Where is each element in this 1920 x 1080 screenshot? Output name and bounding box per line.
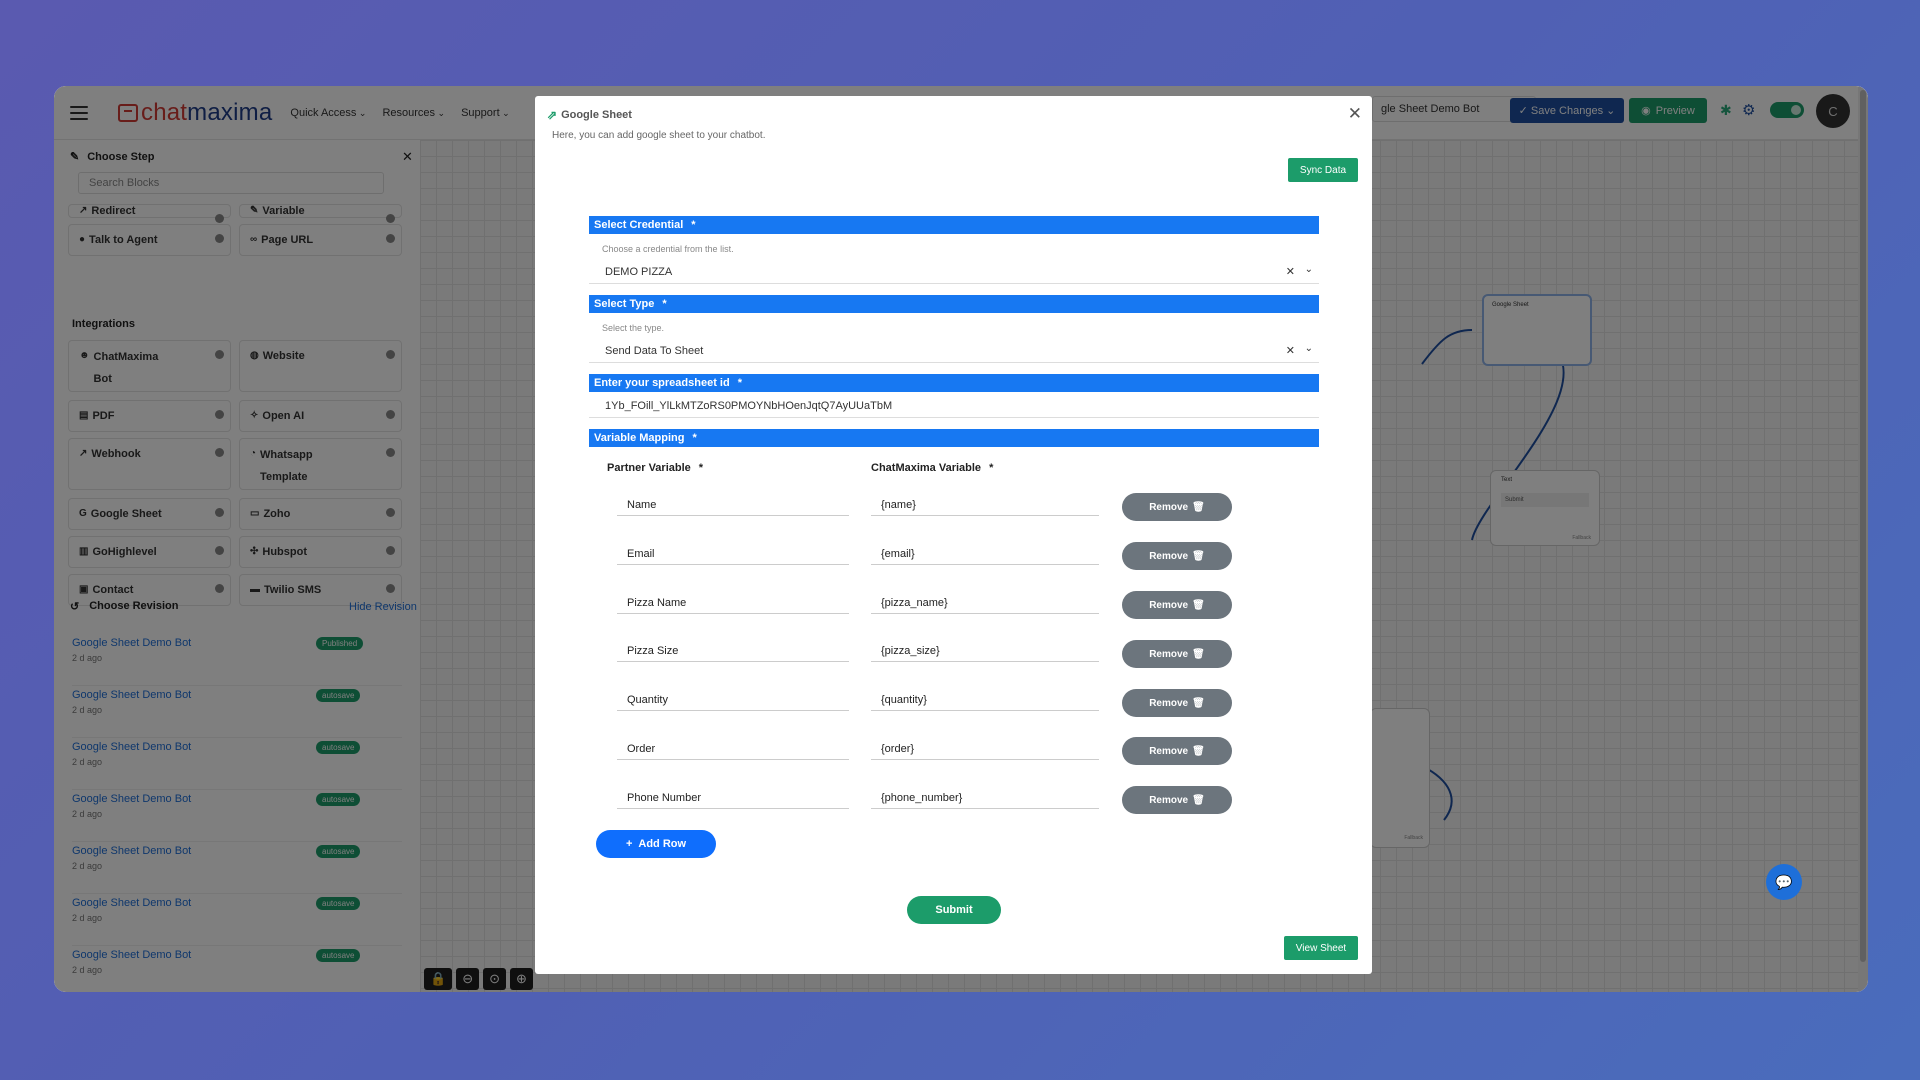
close-icon[interactable]: ✕ bbox=[1348, 104, 1362, 124]
plus-icon: + bbox=[625, 838, 633, 850]
spreadsheet-id-input[interactable]: 1Yb_FOill_YlLkMTZoRS0PMOYNbHOenJqtQ7AyUU… bbox=[589, 396, 1319, 418]
trash-icon: 🗑 bbox=[1192, 648, 1205, 660]
remove-button[interactable]: Remove 🗑 bbox=[1122, 689, 1232, 717]
sync-data-button[interactable]: Sync Data bbox=[1288, 158, 1358, 182]
modal-subtitle: Here, you can add google sheet to your c… bbox=[552, 130, 766, 141]
trash-icon: 🗑 bbox=[1192, 599, 1205, 611]
partner-variable-input[interactable]: Email bbox=[617, 541, 849, 565]
submit-button[interactable]: Submit bbox=[907, 896, 1001, 924]
remove-button[interactable]: Remove 🗑 bbox=[1122, 591, 1232, 619]
credential-hint: Choose a credential from the list. bbox=[602, 244, 734, 254]
remove-button[interactable]: Remove 🗑 bbox=[1122, 786, 1232, 814]
chevron-down-icon[interactable]: ⌄ bbox=[1305, 264, 1313, 275]
chevron-down-icon[interactable]: ⌄ bbox=[1305, 343, 1313, 354]
partner-variable-input[interactable]: Phone Number bbox=[617, 785, 849, 809]
chatmaxima-variable-input[interactable]: {phone_number} bbox=[871, 785, 1099, 809]
view-sheet-button[interactable]: View Sheet bbox=[1284, 936, 1358, 960]
external-link-icon: ⇗ bbox=[547, 108, 558, 122]
trash-icon: 🗑 bbox=[1192, 794, 1205, 806]
partner-variable-input[interactable]: Name bbox=[617, 492, 849, 516]
chatmaxima-variable-input[interactable]: {quantity} bbox=[871, 687, 1099, 711]
trash-icon: 🗑 bbox=[1192, 501, 1205, 513]
partner-variable-input[interactable]: Quantity bbox=[617, 687, 849, 711]
type-hint: Select the type. bbox=[602, 323, 665, 333]
variable-mapping-label: Variable Mapping * bbox=[589, 429, 1319, 447]
clear-icon[interactable]: ✕ bbox=[1286, 344, 1295, 357]
spreadsheet-id-label: Enter your spreadsheet id * bbox=[589, 374, 1319, 392]
credential-select[interactable]: DEMO PIZZA ✕ ⌄ bbox=[589, 262, 1319, 284]
modal-title: ⇗ Google Sheet bbox=[547, 108, 632, 122]
trash-icon: 🗑 bbox=[1192, 550, 1205, 562]
chatmaxima-variable-input[interactable]: {name} bbox=[871, 492, 1099, 516]
chatmaxima-variable-input[interactable]: {pizza_name} bbox=[871, 590, 1099, 614]
partner-variable-input[interactable]: Pizza Size bbox=[617, 638, 849, 662]
chat-support-icon[interactable]: 💬 bbox=[1766, 864, 1802, 900]
google-sheet-modal: ⇗ Google Sheet ✕ Here, you can add google… bbox=[535, 96, 1372, 974]
remove-button[interactable]: Remove 🗑 bbox=[1122, 737, 1232, 765]
trash-icon: 🗑 bbox=[1192, 697, 1205, 709]
select-type-label: Select Type * bbox=[589, 295, 1319, 313]
partner-variable-header: Partner Variable * bbox=[607, 462, 704, 474]
remove-button[interactable]: Remove 🗑 bbox=[1122, 493, 1232, 521]
remove-button[interactable]: Remove 🗑 bbox=[1122, 640, 1232, 668]
trash-icon: 🗑 bbox=[1192, 745, 1205, 757]
chatmaxima-variable-input[interactable]: {email} bbox=[871, 541, 1099, 565]
partner-variable-input[interactable]: Pizza Name bbox=[617, 590, 849, 614]
chatmaxima-variable-header: ChatMaxima Variable * bbox=[871, 462, 994, 474]
clear-icon[interactable]: ✕ bbox=[1286, 265, 1295, 278]
chatmaxima-variable-input[interactable]: {pizza_size} bbox=[871, 638, 1099, 662]
select-credential-label: Select Credential * bbox=[589, 216, 1319, 234]
type-select[interactable]: Send Data To Sheet ✕ ⌄ bbox=[589, 341, 1319, 363]
chatmaxima-variable-input[interactable]: {order} bbox=[871, 736, 1099, 760]
add-row-button[interactable]: + Add Row bbox=[596, 830, 716, 858]
remove-button[interactable]: Remove 🗑 bbox=[1122, 542, 1232, 570]
partner-variable-input[interactable]: Order bbox=[617, 736, 849, 760]
